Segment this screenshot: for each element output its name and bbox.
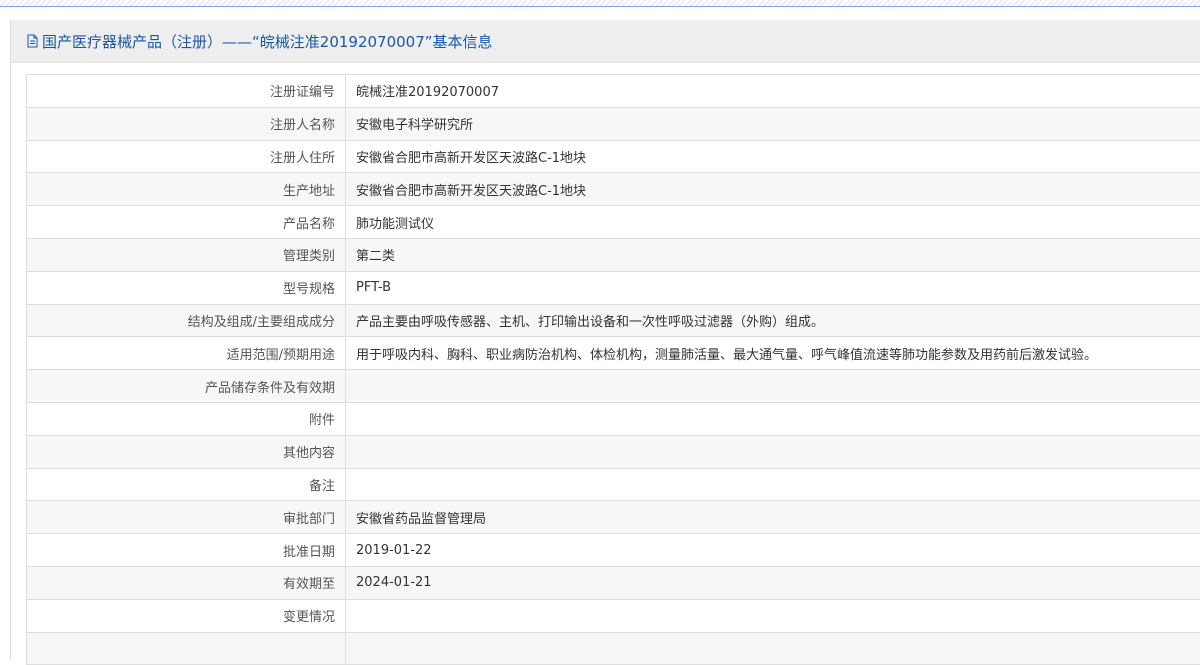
row-label: 注册人住所 xyxy=(27,140,346,173)
row-value xyxy=(346,435,1200,468)
row-value xyxy=(346,599,1200,632)
info-panel: 国产医疗器械产品（注册）——“皖械注准20192070007”基本信息 注册证编… xyxy=(10,20,1200,660)
table-row: 批准日期2019-01-22 xyxy=(27,534,1200,567)
table-row xyxy=(27,632,1200,665)
table-row: 适用范围/预期用途用于呼吸内科、胸科、职业病防治机构、体检机构，测量肺活量、最大… xyxy=(27,337,1200,370)
row-value: 肺功能测试仪 xyxy=(346,206,1200,239)
row-value xyxy=(346,468,1200,501)
row-value: 安徽省药品监督管理局 xyxy=(346,501,1200,534)
top-decorative-stripe xyxy=(0,0,1200,7)
table-row: 型号规格PFT-B xyxy=(27,271,1200,304)
document-icon xyxy=(27,34,38,48)
row-value: 安徽省合肥市高新开发区天波路C-1地块 xyxy=(346,173,1200,206)
row-value: PFT-B xyxy=(346,271,1200,304)
row-value: 用于呼吸内科、胸科、职业病防治机构、体检机构，测量肺活量、最大通气量、呼气峰值流… xyxy=(346,337,1200,370)
table-row: 管理类别第二类 xyxy=(27,238,1200,271)
table-row: 注册人名称安徽电子科学研究所 xyxy=(27,107,1200,140)
table-row: 生产地址安徽省合肥市高新开发区天波路C-1地块 xyxy=(27,173,1200,206)
table-row: 产品储存条件及有效期 xyxy=(27,370,1200,403)
info-table-wrap: 注册证编号皖械注准20192070007 注册人名称安徽电子科学研究所 注册人住… xyxy=(26,74,1200,665)
page-title: 国产医疗器械产品（注册）——“皖械注准20192070007”基本信息 xyxy=(42,31,493,52)
row-label xyxy=(27,632,346,665)
table-row: 变更情况 xyxy=(27,599,1200,632)
row-value xyxy=(346,402,1200,435)
table-row: 附件 xyxy=(27,402,1200,435)
row-value xyxy=(346,632,1200,665)
row-value: 第二类 xyxy=(346,238,1200,271)
row-label: 注册证编号 xyxy=(27,75,346,108)
table-row: 备注 xyxy=(27,468,1200,501)
info-table: 注册证编号皖械注准20192070007 注册人名称安徽电子科学研究所 注册人住… xyxy=(26,74,1200,665)
row-label: 批准日期 xyxy=(27,534,346,567)
row-label: 生产地址 xyxy=(27,173,346,206)
row-value xyxy=(346,370,1200,403)
row-value: 2019-01-22 xyxy=(346,534,1200,567)
table-row: 审批部门安徽省药品监督管理局 xyxy=(27,501,1200,534)
row-label: 附件 xyxy=(27,402,346,435)
row-label: 其他内容 xyxy=(27,435,346,468)
row-label: 有效期至 xyxy=(27,566,346,599)
row-label: 管理类别 xyxy=(27,238,346,271)
row-value: 皖械注准20192070007 xyxy=(346,75,1200,108)
row-label: 审批部门 xyxy=(27,501,346,534)
table-row: 其他内容 xyxy=(27,435,1200,468)
row-value: 产品主要由呼吸传感器、主机、打印输出设备和一次性呼吸过滤器（外购）组成。 xyxy=(346,304,1200,337)
table-row: 注册人住所安徽省合肥市高新开发区天波路C-1地块 xyxy=(27,140,1200,173)
row-label: 备注 xyxy=(27,468,346,501)
row-label: 型号规格 xyxy=(27,271,346,304)
row-label: 产品名称 xyxy=(27,206,346,239)
row-label: 产品储存条件及有效期 xyxy=(27,370,346,403)
row-label: 适用范围/预期用途 xyxy=(27,337,346,370)
row-value: 安徽省合肥市高新开发区天波路C-1地块 xyxy=(346,140,1200,173)
row-value: 安徽电子科学研究所 xyxy=(346,107,1200,140)
table-row: 结构及组成/主要组成成分产品主要由呼吸传感器、主机、打印输出设备和一次性呼吸过滤… xyxy=(27,304,1200,337)
row-value: 2024-01-21 xyxy=(346,566,1200,599)
table-row: 注册证编号皖械注准20192070007 xyxy=(27,75,1200,108)
panel-header: 国产医疗器械产品（注册）——“皖械注准20192070007”基本信息 xyxy=(11,20,1200,63)
row-label: 变更情况 xyxy=(27,599,346,632)
row-label: 注册人名称 xyxy=(27,107,346,140)
table-row: 有效期至2024-01-21 xyxy=(27,566,1200,599)
row-label: 结构及组成/主要组成成分 xyxy=(27,304,346,337)
table-row: 产品名称肺功能测试仪 xyxy=(27,206,1200,239)
